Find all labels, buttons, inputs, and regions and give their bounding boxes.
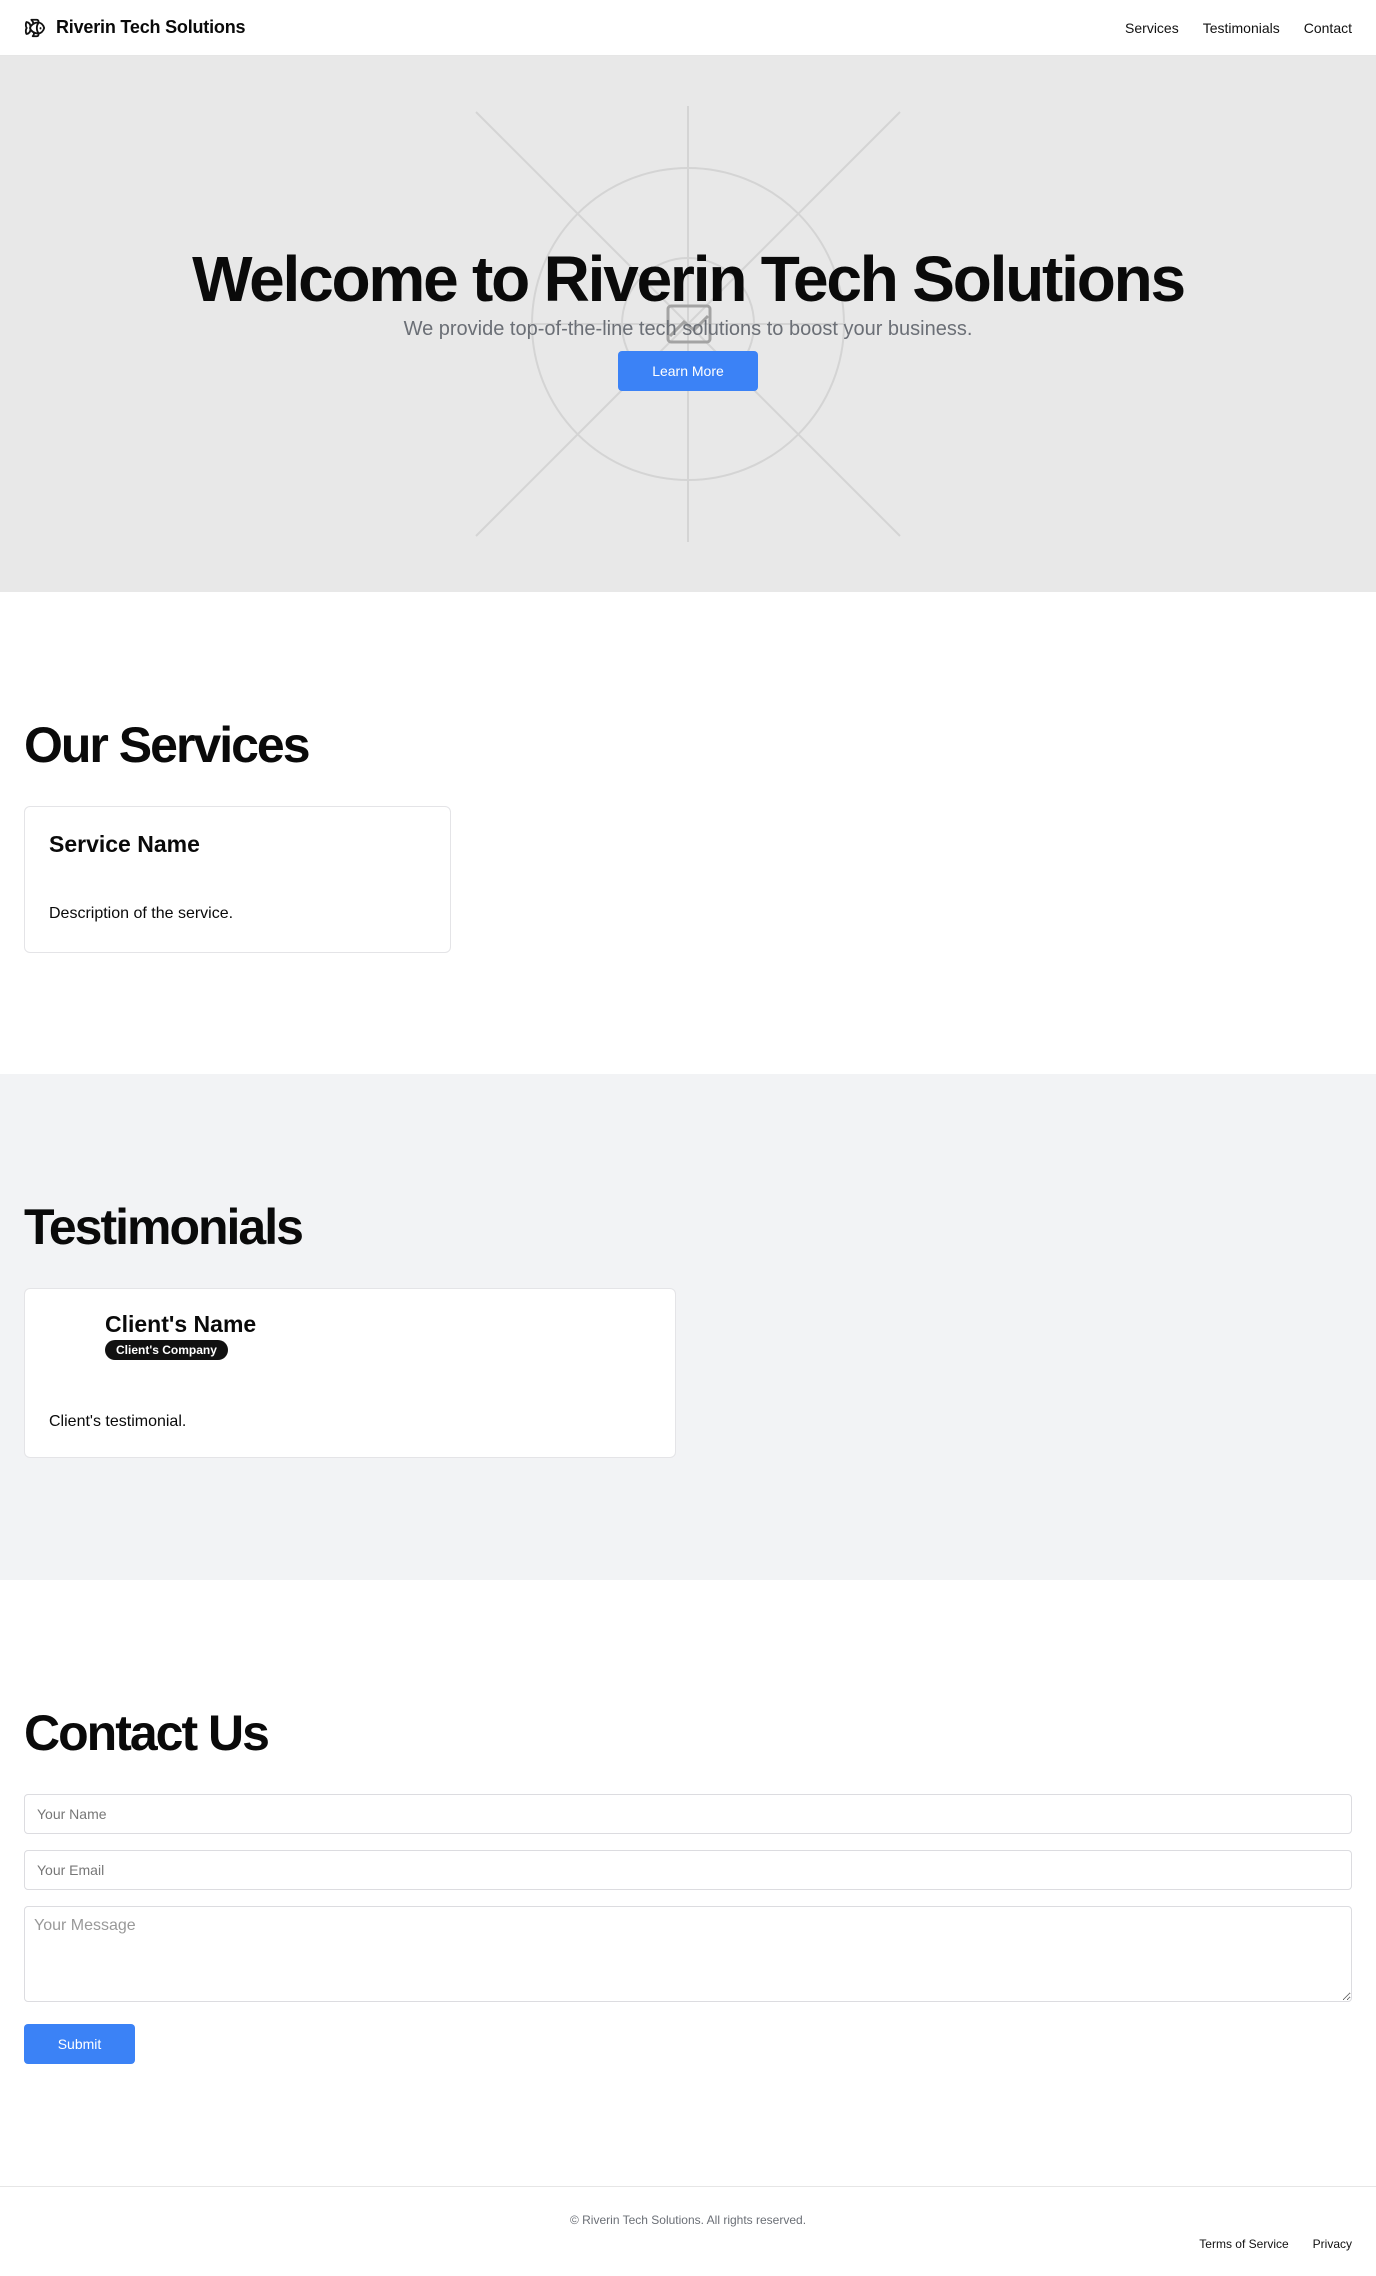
service-name: Service Name bbox=[49, 831, 200, 857]
contact-form: Submit bbox=[24, 1794, 1352, 2064]
message-field[interactable] bbox=[24, 1906, 1352, 2002]
testimonials-title: Testimonials bbox=[24, 1199, 304, 1255]
brand[interactable]: Riverin Tech Solutions bbox=[24, 17, 245, 39]
client-company-badge: Client's Company bbox=[105, 1340, 228, 1360]
fish-logo-icon bbox=[24, 17, 46, 39]
site-footer: © Riverin Tech Solutions. All rights res… bbox=[0, 2186, 1376, 2276]
hero-title: Welcome to Riverin Tech Solutions bbox=[192, 243, 1186, 315]
nav-services[interactable]: Services bbox=[1125, 20, 1179, 36]
footer-links: Terms of Service Privacy bbox=[1199, 2237, 1352, 2251]
hero-content: Welcome to Riverin Tech Solutions We pro… bbox=[0, 243, 1376, 392]
terms-link[interactable]: Terms of Service bbox=[1199, 2237, 1288, 2251]
name-field[interactable] bbox=[24, 1794, 1352, 1834]
client-name: Client's Name bbox=[105, 1311, 257, 1337]
client-testimonial: Client's testimonial. bbox=[49, 1413, 187, 1430]
hero-section: Welcome to Riverin Tech Solutions We pro… bbox=[0, 56, 1376, 592]
nav-contact[interactable]: Contact bbox=[1304, 20, 1352, 36]
hero-subtitle: We provide top-of-the-line tech solution… bbox=[403, 318, 973, 341]
main-nav: Services Testimonials Contact bbox=[1125, 20, 1352, 36]
copyright: © Riverin Tech Solutions. All rights res… bbox=[569, 2213, 807, 2227]
submit-button[interactable]: Submit bbox=[24, 2024, 135, 2064]
brand-name: Riverin Tech Solutions bbox=[56, 17, 246, 37]
site-header: Riverin Tech Solutions Services Testimon… bbox=[0, 0, 1376, 56]
testimonials-section: Testimonials Client's Name Client's Comp… bbox=[0, 1074, 1376, 1580]
services-section: Our Services Service Name Description of… bbox=[0, 592, 1376, 1074]
nav-testimonials[interactable]: Testimonials bbox=[1203, 20, 1280, 36]
services-title: Our Services bbox=[24, 717, 311, 773]
service-description: Description of the service. bbox=[49, 905, 234, 922]
email-field[interactable] bbox=[24, 1850, 1352, 1890]
privacy-link[interactable]: Privacy bbox=[1313, 2237, 1352, 2251]
contact-section: Contact Us Submit bbox=[0, 1580, 1376, 2186]
service-card: Service Name Description of the service. bbox=[24, 806, 451, 953]
contact-title: Contact Us bbox=[24, 1705, 270, 1761]
testimonial-card: Client's Name Client's Company Client's … bbox=[24, 1288, 676, 1458]
learn-more-button[interactable]: Learn More bbox=[618, 351, 758, 392]
